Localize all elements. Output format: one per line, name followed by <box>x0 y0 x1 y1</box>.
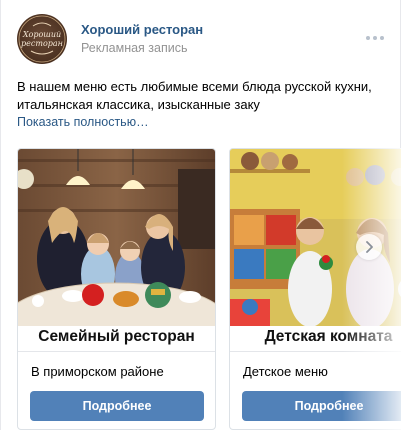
show-more-link[interactable]: Показать полностью… <box>17 115 149 129</box>
divider <box>18 351 215 352</box>
post-text-line: В нашем меню есть любимые всеми блюда ру… <box>17 79 372 94</box>
post-text: В нашем меню есть любимые всеми блюда ру… <box>17 78 387 114</box>
more-button[interactable]: Подробнее <box>242 391 401 421</box>
ad-label: Рекламная запись <box>81 41 188 55</box>
author-name[interactable]: Хороший ресторан <box>81 22 203 37</box>
card-image-caption: Детская комната <box>264 328 393 345</box>
more-button[interactable]: Подробнее <box>30 391 204 421</box>
post-text-line: итальянская классика, изысканные заку <box>17 97 260 112</box>
avatar-logo-text: Хороший ресторан <box>21 30 63 48</box>
chevron-right-icon[interactable] <box>356 234 382 260</box>
card-image-caption: Семейный ресторан <box>38 328 195 345</box>
more-dots-icon[interactable] <box>363 26 387 50</box>
chevron-right-glyph <box>366 241 373 253</box>
card-image-family-restaurant[interactable] <box>18 149 215 331</box>
family-restaurant-photo <box>18 149 215 331</box>
card-title[interactable]: Детское меню <box>243 364 328 379</box>
avatar[interactable]: Хороший ресторан <box>17 14 67 64</box>
post-header: Хороший ресторан Хороший ресторан Реклам… <box>17 14 387 64</box>
carousel-card[interactable]: Детская комната Детское меню Подробнее <box>229 148 401 430</box>
carousel-card[interactable]: Семейный ресторан В приморском районе По… <box>17 148 216 430</box>
card-title[interactable]: В приморском районе <box>31 364 164 379</box>
divider <box>230 351 401 352</box>
carousel: Семейный ресторан В приморском районе По… <box>17 148 401 430</box>
ad-post: Хороший ресторан Хороший ресторан Реклам… <box>0 0 401 430</box>
